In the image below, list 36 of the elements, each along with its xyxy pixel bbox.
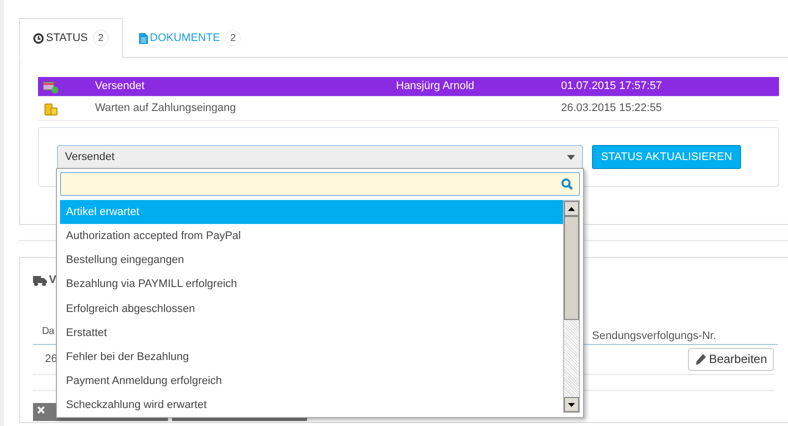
count-badge: 2 (92, 30, 109, 46)
table-cell-text: 01.07.2015 17:57:57 (561, 79, 662, 94)
coins-icon (43, 101, 59, 116)
caret-icon (567, 154, 575, 160)
dropdown-item[interactable]: Bestellung eingegangen (60, 248, 563, 273)
down-arrow-icon[interactable] (568, 402, 575, 406)
search-icon (561, 178, 573, 190)
up-arrow-icon[interactable] (568, 206, 575, 210)
tab[interactable]: STATUS 2 (19, 18, 123, 58)
search-field[interactable] (60, 172, 580, 196)
dropdown-item[interactable]: Bezahlung via PAYMILL erfolgreich (60, 272, 563, 297)
select-value: Versendet (65, 150, 115, 165)
status-select[interactable]: Versendet (57, 145, 583, 169)
table-cell-text: Warten auf Zahlungseingang (95, 101, 237, 116)
document-icon (138, 32, 148, 44)
dropdown-item[interactable]: Authorization accepted from PayPal (60, 224, 563, 248)
table-cell-text: 26.03.2015 15:22:55 (561, 101, 662, 116)
count-badge: 2 (225, 30, 242, 46)
tab[interactable]: DOKUMENTE 2 (122, 18, 258, 58)
column-header: Sendungsverfolgungs-Nr. (592, 328, 718, 344)
dropdown-item[interactable]: Erstattet (60, 320, 563, 346)
truck-icon (33, 274, 47, 286)
panel-title: V (49, 273, 56, 288)
dropdown-item[interactable]: Fehler bei der Bezahlung (60, 345, 563, 370)
close-icon (37, 406, 45, 414)
pencil-icon (694, 354, 706, 364)
dropdown-item[interactable]: Erfolgreich abgeschlossen (60, 296, 563, 321)
table-cell-text: Hansjürg Arnold (396, 79, 476, 94)
dropdown-item[interactable]: Scheckzahlung wird erwartet (60, 394, 563, 418)
scrollbar[interactable] (563, 200, 580, 413)
clock-icon (33, 32, 44, 44)
dropdown-item[interactable]: Payment Anmeldung erfolgreich (60, 369, 563, 394)
column-header: Da (42, 324, 54, 338)
shipment-icon (43, 80, 59, 94)
table-cell-text: Versendet (95, 79, 146, 94)
edit-button[interactable]: Bearbeiten (688, 348, 774, 370)
